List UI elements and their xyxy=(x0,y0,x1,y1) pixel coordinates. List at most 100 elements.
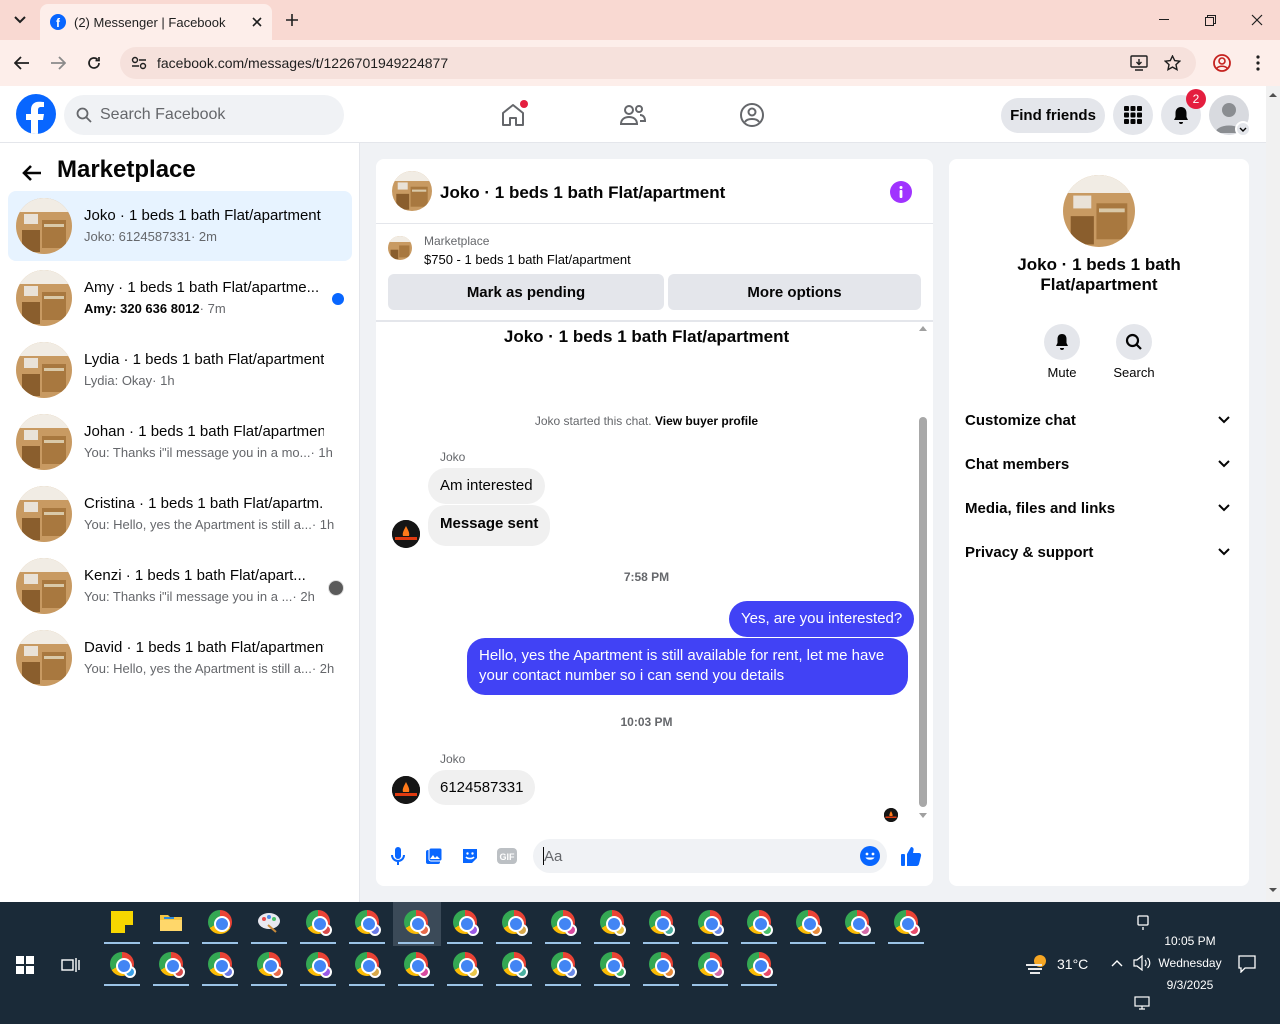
find-friends-button[interactable]: Find friends xyxy=(1001,98,1105,133)
chrome-icon[interactable] xyxy=(643,946,679,986)
sticker-icon[interactable] xyxy=(460,845,480,867)
menu-grid-icon[interactable] xyxy=(1113,95,1153,135)
chrome-icon[interactable] xyxy=(349,904,385,944)
chrome-icon[interactable] xyxy=(300,904,336,944)
chrome-icon[interactable] xyxy=(692,946,728,986)
chevron-down-icon[interactable] xyxy=(1218,548,1230,556)
minimize-icon[interactable] xyxy=(1152,8,1176,32)
chrome-icon[interactable] xyxy=(104,946,140,986)
groups-icon[interactable] xyxy=(737,100,767,130)
weather-icon[interactable] xyxy=(1024,951,1050,977)
mute-label[interactable]: Mute xyxy=(1032,365,1092,380)
privacy-support-section[interactable]: Privacy & support xyxy=(965,544,1093,561)
conversation-item[interactable]: Cristina · 1 beds 1 bath Flat/apartm... Y… xyxy=(8,479,352,549)
listing-detail[interactable]: $750 - 1 beds 1 bath Flat/apartment xyxy=(424,252,631,267)
browser-tab[interactable]: f (2) Messenger | Facebook xyxy=(40,4,272,40)
network-icon[interactable] xyxy=(1132,994,1152,1012)
chrome-icon[interactable] xyxy=(447,904,483,944)
profile-icon[interactable] xyxy=(1210,51,1234,75)
chrome-icon[interactable] xyxy=(398,946,434,986)
chrome-icon[interactable] xyxy=(692,904,728,944)
chrome-icon[interactable] xyxy=(741,946,777,986)
chrome-icon[interactable] xyxy=(545,946,581,986)
incoming-message[interactable]: 6124587331 xyxy=(428,770,536,805)
sender-avatar[interactable] xyxy=(392,776,420,804)
close-tab-icon[interactable] xyxy=(252,17,262,27)
paint-icon[interactable] xyxy=(251,904,287,944)
facebook-search-input[interactable]: Search Facebook xyxy=(64,95,344,135)
windows-start-icon[interactable] xyxy=(14,954,36,976)
chrome-icon[interactable] xyxy=(545,904,581,944)
chrome-icon[interactable] xyxy=(888,904,924,944)
chrome-icon[interactable] xyxy=(398,904,434,944)
incoming-message[interactable]: Message sent xyxy=(428,505,551,546)
tray-chevron-up-icon[interactable] xyxy=(1108,954,1126,972)
chat-scrollbar-thumb[interactable] xyxy=(919,417,927,807)
chrome-icon[interactable] xyxy=(251,946,287,986)
emoji-icon[interactable] xyxy=(860,846,880,866)
chevron-down-icon[interactable] xyxy=(1218,504,1230,512)
more-options-button[interactable]: More options xyxy=(668,274,921,310)
volume-icon[interactable] xyxy=(1132,954,1152,972)
account-chevron-icon[interactable] xyxy=(1235,121,1251,137)
file-explorer-icon[interactable] xyxy=(153,904,189,944)
chat-scroll-down-icon[interactable] xyxy=(919,813,927,821)
attach-photo-icon[interactable] xyxy=(424,845,444,867)
forward-icon[interactable] xyxy=(46,51,70,75)
back-icon[interactable] xyxy=(10,51,34,75)
close-window-icon[interactable] xyxy=(1245,8,1269,32)
chrome-icon[interactable] xyxy=(447,946,483,986)
url-field[interactable]: facebook.com/messages/t/1226701949224877 xyxy=(120,47,1196,79)
outgoing-message[interactable]: Hello, yes the Apartment is still availa… xyxy=(467,638,908,695)
outgoing-message[interactable]: Yes, are you interested? xyxy=(729,601,915,637)
mute-bell-icon[interactable] xyxy=(1044,324,1080,360)
conversation-item[interactable]: Joko · 1 beds 1 bath Flat/apartment Joko:… xyxy=(8,191,352,261)
sticky-notes-icon[interactable] xyxy=(104,904,140,944)
chrome-icon[interactable] xyxy=(202,904,238,944)
site-settings-icon[interactable] xyxy=(130,54,148,72)
chevron-down-icon[interactable] xyxy=(1218,416,1230,424)
listing-thumbnail[interactable] xyxy=(388,236,412,260)
scroll-down-icon[interactable] xyxy=(1269,888,1277,893)
bookmark-star-icon[interactable] xyxy=(1163,54,1181,72)
microphone-icon[interactable] xyxy=(388,845,408,867)
view-buyer-profile-link[interactable]: View buyer profile xyxy=(655,414,758,428)
facebook-logo[interactable] xyxy=(16,94,56,134)
reload-icon[interactable] xyxy=(82,51,106,75)
clock-time[interactable]: 10:05 PM xyxy=(1150,934,1230,948)
chrome-icon[interactable] xyxy=(300,946,336,986)
chrome-icon[interactable] xyxy=(202,946,238,986)
chrome-icon[interactable] xyxy=(741,904,777,944)
page-scrollbar[interactable] xyxy=(1266,86,1280,902)
back-arrow-icon[interactable] xyxy=(20,161,44,185)
tab-search-icon[interactable] xyxy=(8,8,32,32)
chrome-icon[interactable] xyxy=(594,946,630,986)
chat-members-section[interactable]: Chat members xyxy=(965,456,1069,473)
message-input[interactable]: Aa xyxy=(533,839,887,873)
chat-listing-thumbnail[interactable] xyxy=(392,171,432,211)
search-label[interactable]: Search xyxy=(1104,365,1164,380)
chrome-icon[interactable] xyxy=(790,904,826,944)
conversation-item[interactable]: David · 1 beds 1 bath Flat/apartment You:… xyxy=(8,623,352,693)
notification-center-icon[interactable] xyxy=(1236,953,1258,975)
task-view-icon[interactable] xyxy=(60,954,82,976)
gif-icon[interactable]: GIF xyxy=(496,845,518,867)
conversation-item[interactable]: Amy · 1 beds 1 bath Flat/apartme... Amy: … xyxy=(8,263,352,333)
sender-avatar[interactable] xyxy=(392,520,420,548)
chrome-icon[interactable] xyxy=(349,946,385,986)
customize-chat-section[interactable]: Customize chat xyxy=(965,412,1076,429)
chrome-icon[interactable] xyxy=(643,904,679,944)
incoming-message[interactable]: Am interested xyxy=(428,468,545,504)
chat-title[interactable]: Joko · 1 beds 1 bath Flat/apartment xyxy=(440,183,725,203)
media-files-links-section[interactable]: Media, files and links xyxy=(965,500,1115,517)
browser-menu-icon[interactable] xyxy=(1246,51,1270,75)
new-tab-icon[interactable] xyxy=(280,8,304,32)
mark-as-pending-button[interactable]: Mark as pending xyxy=(388,274,664,310)
scroll-up-icon[interactable] xyxy=(1269,92,1277,97)
restore-icon[interactable] xyxy=(1198,8,1222,32)
conversation-item[interactable]: Johan · 1 beds 1 bath Flat/apartment You:… xyxy=(8,407,352,477)
conversation-item[interactable]: Lydia · 1 beds 1 bath Flat/apartment Lydi… xyxy=(8,335,352,405)
chrome-icon[interactable] xyxy=(594,904,630,944)
chrome-icon[interactable] xyxy=(839,904,875,944)
clock-date[interactable]: 9/3/2025 xyxy=(1150,978,1230,992)
